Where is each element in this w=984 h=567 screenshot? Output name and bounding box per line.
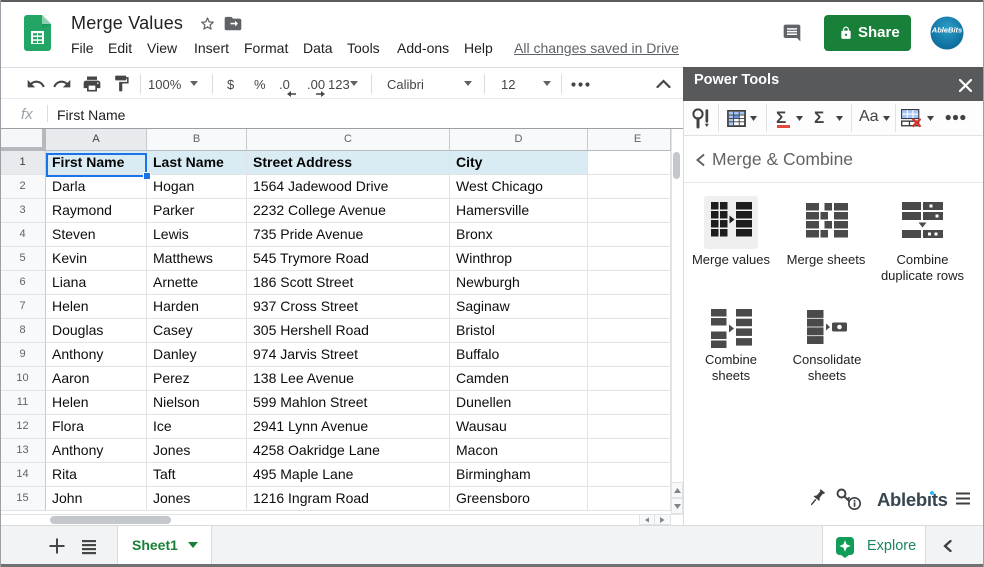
svg-text:AbleBits: AbleBits [931, 26, 962, 35]
